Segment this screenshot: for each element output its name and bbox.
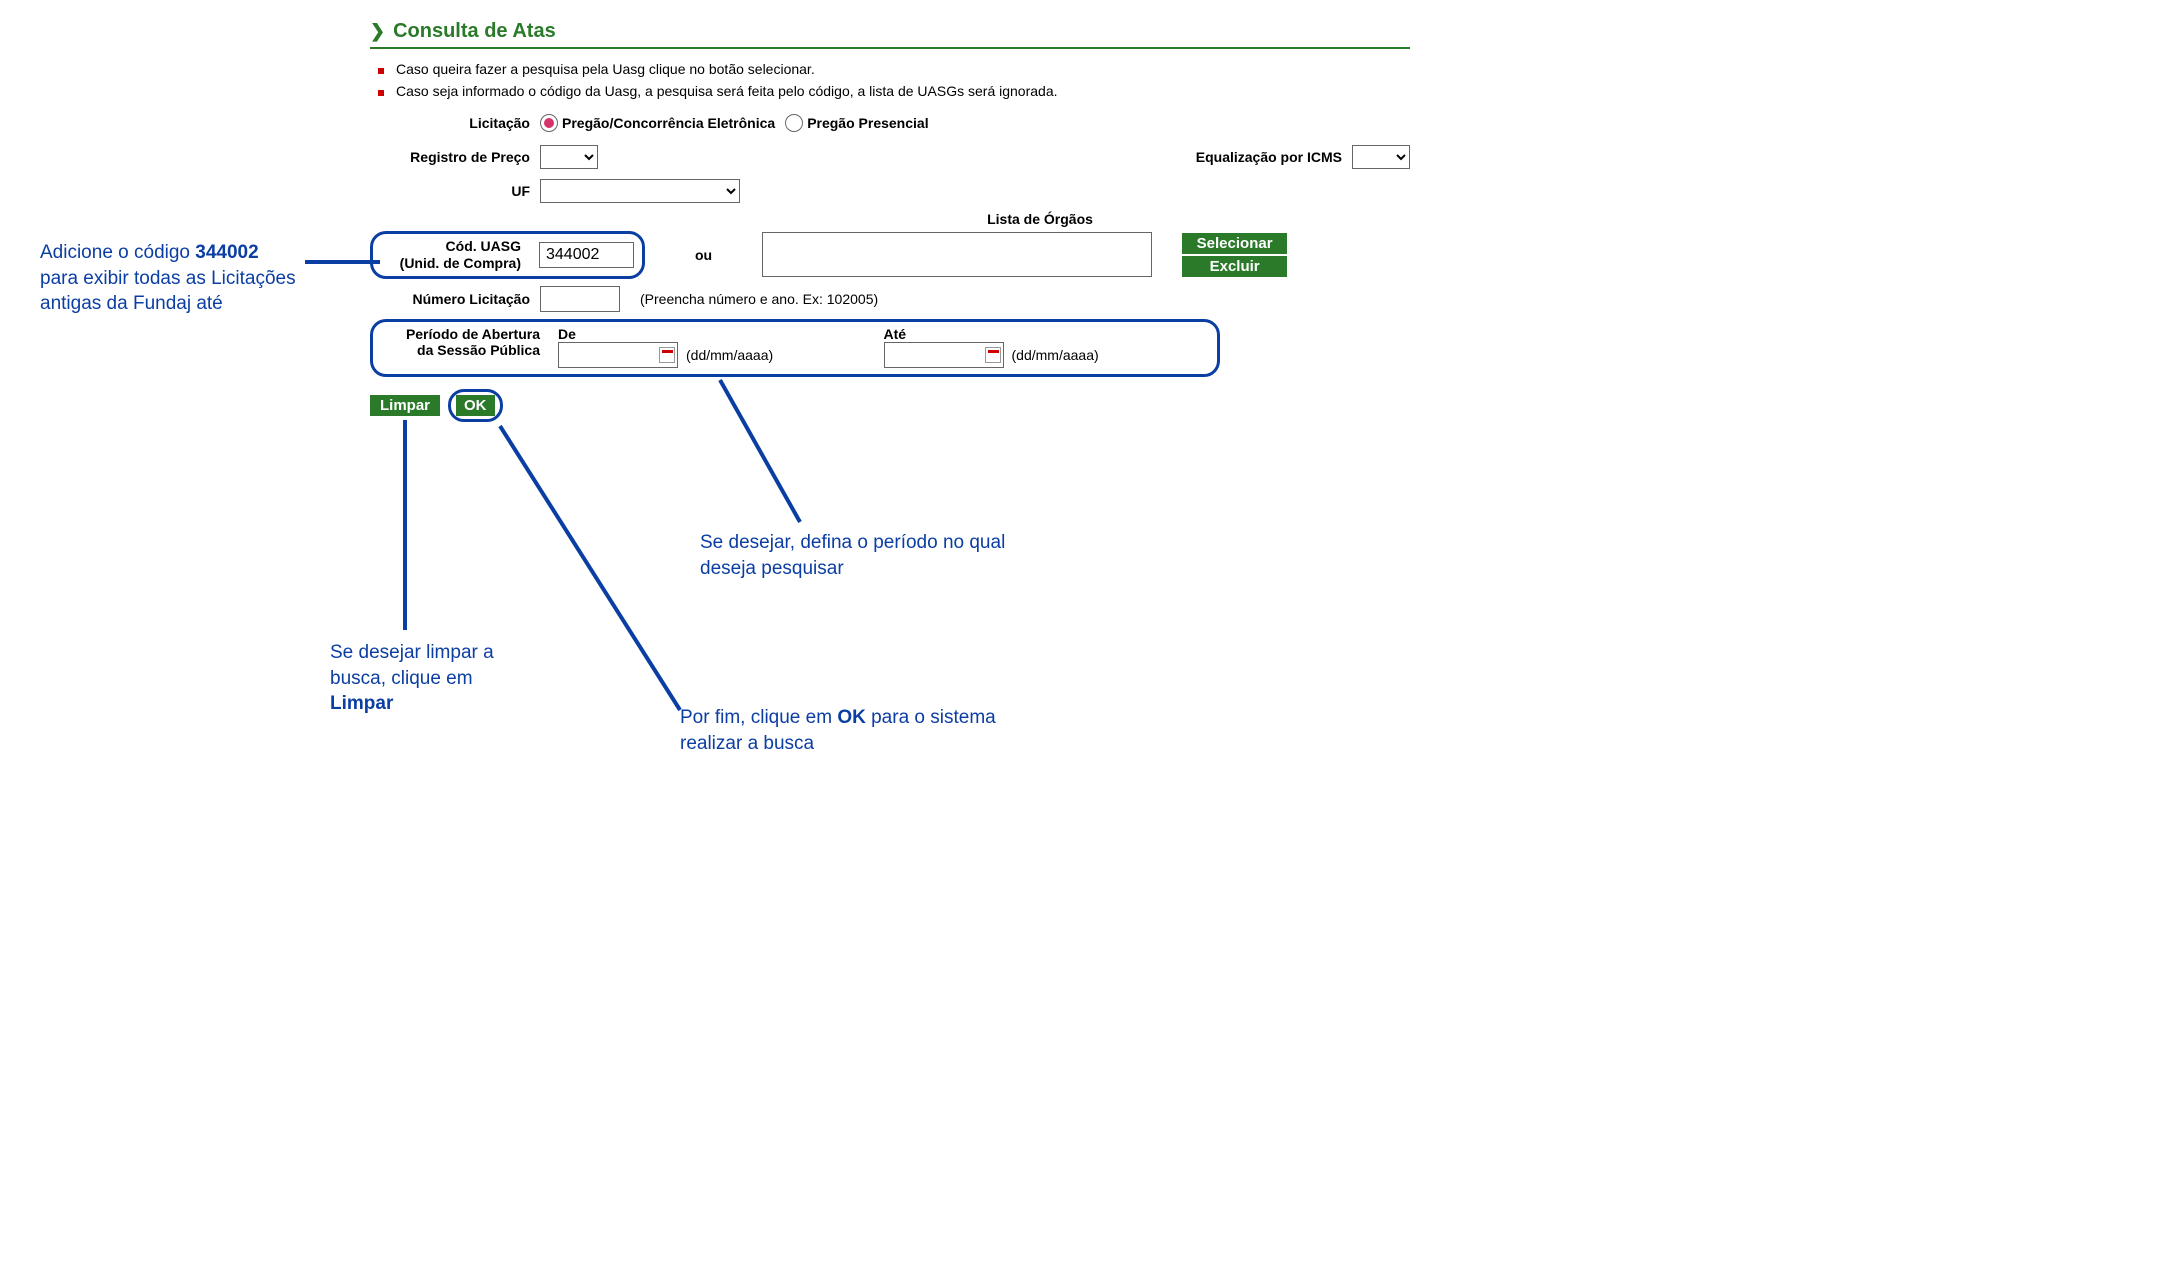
select-equalizacao[interactable] — [1352, 145, 1410, 169]
hint-date-de: (dd/mm/aaaa) — [686, 347, 773, 363]
excluir-button[interactable]: Excluir — [1182, 256, 1287, 277]
input-data-de[interactable] — [558, 342, 678, 368]
highlight-ok: OK — [448, 389, 503, 422]
label-ou: ou — [675, 247, 732, 263]
radio-option-presencial[interactable]: Pregão Presencial — [785, 114, 928, 132]
select-registro-preco[interactable] — [540, 145, 598, 169]
label-periodo-l1: Período de Abertura — [406, 326, 540, 342]
hint-numero-licitacao: (Preencha número e ano. Ex: 102005) — [640, 291, 878, 307]
label-uf: UF — [370, 183, 540, 199]
select-uf[interactable] — [540, 179, 740, 203]
tip-item: Caso seja informado o código da Uasg, a … — [378, 83, 1410, 99]
label-de: De — [558, 326, 876, 342]
tip-item: Caso queira fazer a pesquisa pela Uasg c… — [378, 61, 1410, 77]
annotation-ok: Por fim, clique em OK para o sistema rea… — [680, 705, 1040, 756]
radio-group-licitacao: Pregão/Concorrência Eletrônica Pregão Pr… — [540, 114, 929, 132]
annotation-periodo: Se desejar, defina o período no qual des… — [700, 530, 1060, 581]
calendar-icon — [659, 347, 675, 363]
row-cod-uasg: Cód. UASG (Unid. de Compra) ou Seleciona… — [370, 231, 1410, 279]
annotation-cod-uasg: Adicione o código 344002 para exibir tod… — [40, 240, 350, 317]
limpar-button[interactable]: Limpar — [370, 395, 440, 416]
radio-option-eletronica[interactable]: Pregão/Concorrência Eletrônica — [540, 114, 775, 132]
label-cod-uasg-l1: Cód. UASG — [446, 238, 521, 254]
ok-button[interactable]: OK — [456, 395, 495, 416]
label-ate: Até — [884, 326, 1202, 342]
label-lista-orgaos: Lista de Órgãos — [845, 211, 1235, 227]
radio-icon — [540, 114, 558, 132]
label-numero-licitacao: Número Licitação — [370, 291, 540, 307]
label-registro-preco: Registro de Preço — [370, 149, 540, 165]
label-cod-uasg-l2: (Unid. de Compra) — [400, 255, 521, 271]
label-licitacao: Licitação — [370, 115, 540, 131]
radio-icon — [785, 114, 803, 132]
calendar-icon — [985, 347, 1001, 363]
highlight-periodo: Período de Abertura da Sessão Pública De… — [370, 319, 1220, 377]
chevron-right-icon: ❯ — [370, 21, 385, 42]
selecionar-button[interactable]: Selecionar — [1182, 233, 1287, 254]
input-cod-uasg[interactable] — [539, 242, 634, 268]
input-numero-licitacao[interactable] — [540, 286, 620, 312]
listbox-orgaos[interactable] — [762, 232, 1152, 277]
input-data-ate[interactable] — [884, 342, 1004, 368]
radio-label: Pregão/Concorrência Eletrônica — [562, 115, 775, 131]
radio-label: Pregão Presencial — [807, 115, 928, 131]
page-title: Consulta de Atas — [393, 20, 556, 43]
label-equalizacao: Equalização por ICMS — [1196, 149, 1352, 165]
hint-date-ate: (dd/mm/aaaa) — [1012, 347, 1099, 363]
page-header: ❯ Consulta de Atas — [370, 20, 1410, 49]
highlight-cod-uasg: Cód. UASG (Unid. de Compra) — [370, 231, 645, 279]
tips-list: Caso queira fazer a pesquisa pela Uasg c… — [370, 61, 1410, 99]
label-periodo-l2: da Sessão Pública — [417, 342, 540, 358]
form-container: ❯ Consulta de Atas Caso queira fazer a p… — [370, 20, 1410, 422]
annotation-limpar: Se desejar limpar a busca, clique em Lim… — [330, 640, 550, 717]
